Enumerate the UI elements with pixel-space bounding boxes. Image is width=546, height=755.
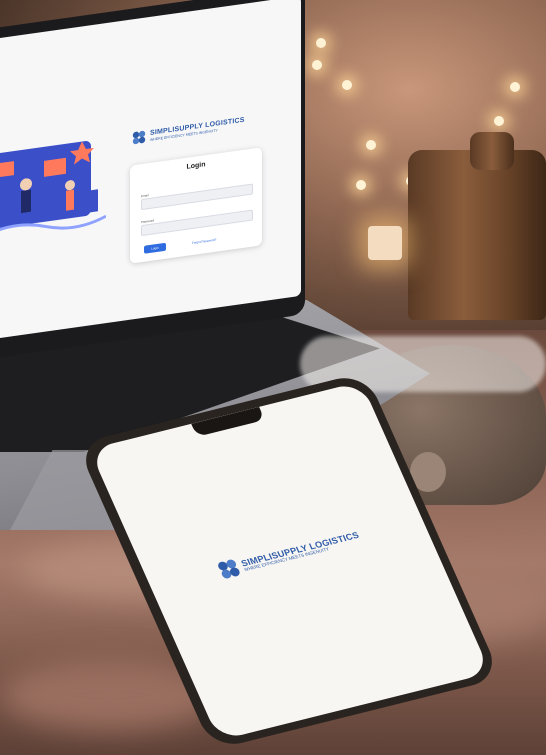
string-light-icon <box>510 82 520 92</box>
laptop-screen: SIMPLISUPPLY LOGISTICS WHERE EFFICIENCY … <box>0 0 301 340</box>
wooden-jar <box>408 150 546 320</box>
string-light-icon <box>494 116 504 126</box>
email-field[interactable] <box>141 183 253 211</box>
illustration-image <box>0 141 106 237</box>
string-light-icon <box>342 80 352 90</box>
brand-name: SIMPLISUPPLY LOGISTICS <box>239 529 361 568</box>
string-light-icon <box>366 140 376 150</box>
login-title: Login <box>186 161 206 171</box>
candle-icon <box>368 226 402 260</box>
phone-brand: SIMPLISUPPLY LOGISTICS WHERE EFFICIENCY … <box>215 527 363 580</box>
wooden-jar-lid <box>470 132 514 170</box>
string-light-icon <box>316 38 326 48</box>
laptop-brand: SIMPLISUPPLY LOGISTICS WHERE EFFICIENCY … <box>132 116 245 146</box>
photo-scene: SIMPLISUPPLY LOGISTICS WHERE EFFICIENCY … <box>0 0 546 755</box>
login-card: Login Email Password Login Forgot Passwo… <box>130 147 262 264</box>
login-button[interactable]: Login <box>144 242 166 254</box>
string-light-icon <box>356 180 366 190</box>
string-light-icon <box>312 60 322 70</box>
password-field[interactable] <box>141 209 253 237</box>
logo-icon <box>132 130 146 145</box>
logo-icon <box>218 559 240 579</box>
forgot-password-link[interactable]: Forgot Password? <box>192 238 216 245</box>
